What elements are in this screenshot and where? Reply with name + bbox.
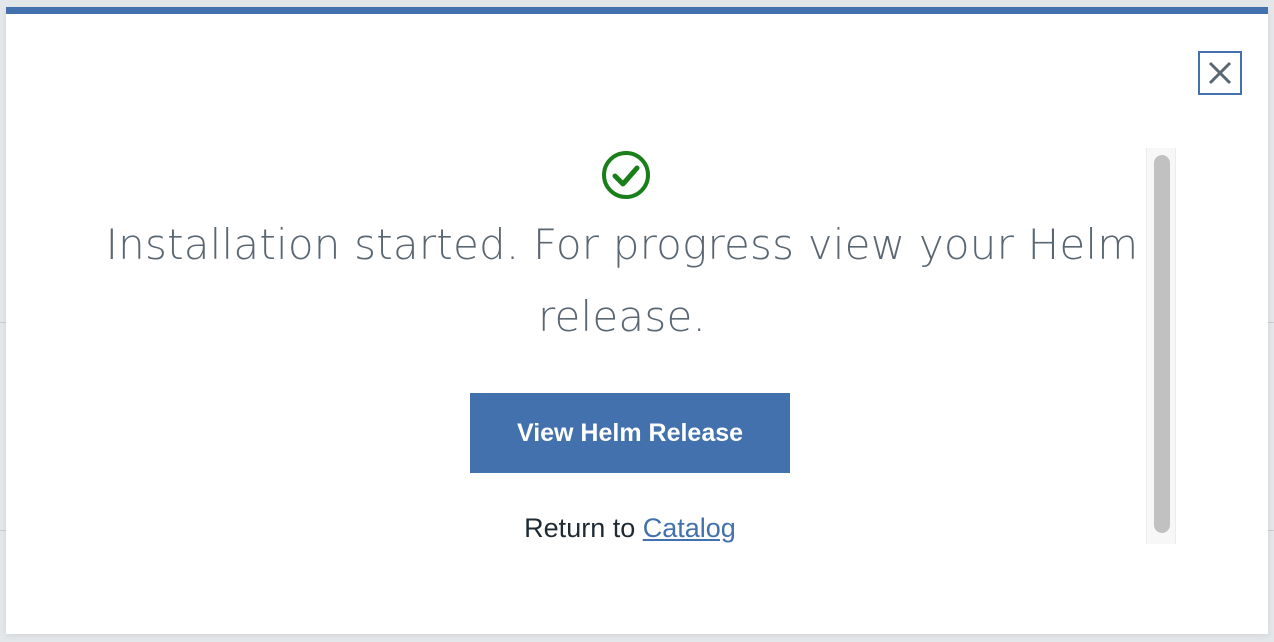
status-message: Installation started. For progress view … (105, 220, 1139, 341)
return-prefix: Return to (524, 513, 643, 543)
view-helm-release-button[interactable]: View Helm Release (470, 393, 790, 473)
close-icon (1208, 61, 1232, 85)
close-button[interactable] (1198, 51, 1242, 95)
scrollbar-track[interactable] (1146, 148, 1176, 544)
return-to-catalog: Return to Catalog (312, 513, 948, 543)
installation-modal: Installation started. For progress view … (6, 7, 1268, 634)
catalog-link[interactable]: Catalog (643, 513, 736, 543)
scrollbar-thumb[interactable] (1154, 155, 1170, 533)
check-circle-icon (602, 151, 650, 199)
modal-content: Installation started. For progress view … (12, 147, 1142, 543)
